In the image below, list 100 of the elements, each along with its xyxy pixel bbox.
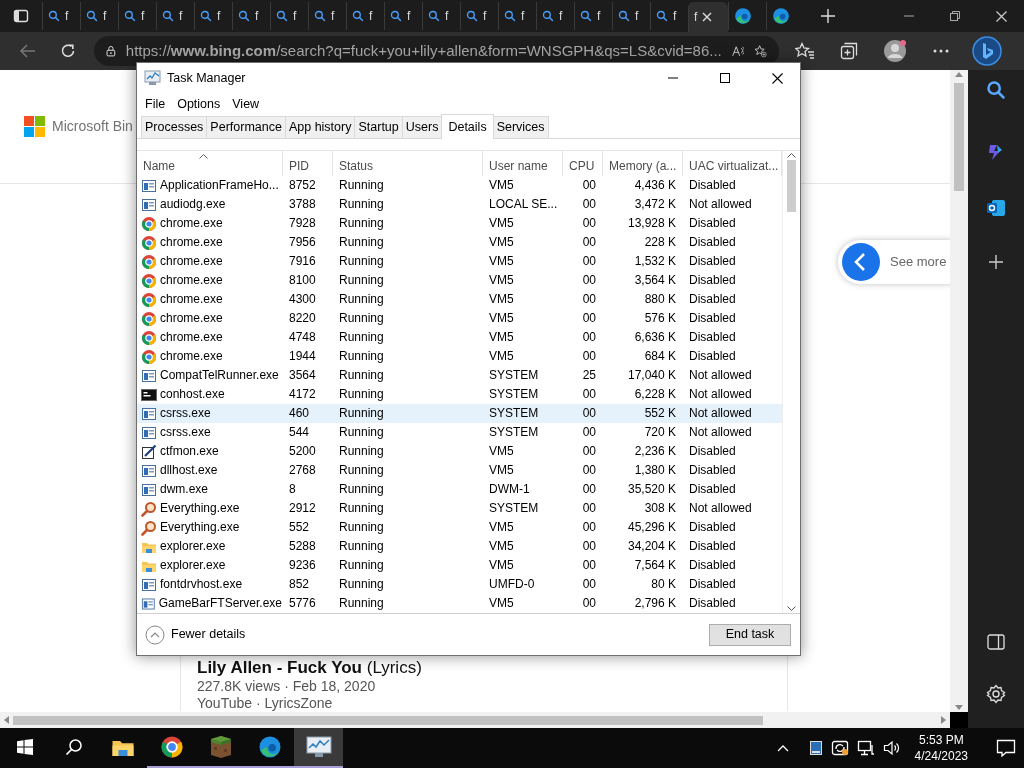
browser-tab[interactable]: f — [232, 2, 270, 30]
scroll-left-icon[interactable] — [4, 716, 9, 724]
tab[interactable]: Services — [492, 116, 549, 138]
browser-tab[interactable]: f — [460, 2, 498, 30]
table-row[interactable]: CompatTelRunner.exe 3564 Running SYSTEM 25 17,040 K Not allowed — [137, 366, 782, 385]
browser-tab[interactable]: f — [42, 2, 80, 30]
add-favorite-icon[interactable] — [754, 42, 767, 60]
tab-actions-icon[interactable] — [13, 8, 29, 24]
tab[interactable]: Startup — [354, 116, 403, 138]
table-row[interactable]: csrss.exe 544 Running SYSTEM 00 720 K Not allowed — [137, 423, 782, 442]
table-row[interactable]: csrss.exe 460 Running SYSTEM 00 552 K Not allowed — [137, 404, 782, 423]
menu-item[interactable]: File — [139, 94, 172, 114]
close-icon[interactable] — [771, 72, 783, 84]
favorites-icon[interactable] — [795, 42, 815, 60]
column-header[interactable]: Memory (a... — [603, 151, 683, 176]
table-row[interactable]: dllhost.exe 2768 Running VM5 00 1,380 K Disabled — [137, 461, 782, 480]
scroll-down-icon[interactable] — [787, 606, 796, 611]
new-tab-icon[interactable] — [821, 9, 835, 23]
taskbar-button[interactable] — [294, 728, 343, 768]
browser-tab[interactable]: f — [346, 2, 384, 30]
horizontal-scrollbar[interactable] — [0, 712, 950, 728]
browser-tab[interactable]: f — [118, 2, 156, 30]
chevron-left-icon[interactable] — [842, 243, 880, 281]
browser-tab[interactable]: f — [688, 2, 728, 32]
end-task-button[interactable]: End task — [709, 623, 791, 646]
browser-tab[interactable]: f — [536, 2, 574, 30]
browser-tab[interactable]: f — [194, 2, 232, 30]
table-row[interactable]: Everything.exe 552 Running VM5 00 45,296 K Disabled — [137, 518, 782, 537]
browser-tab[interactable]: f — [80, 2, 118, 30]
profile-avatar-icon[interactable] — [883, 39, 907, 63]
table-row[interactable]: dwm.exe 8 Running DWM-1 00 35,520 K Disabled — [137, 480, 782, 499]
scroll-thumb[interactable] — [787, 160, 796, 212]
tab[interactable]: Processes — [141, 116, 208, 138]
table-row[interactable]: chrome.exe 1944 Running VM5 00 684 K Disabled — [137, 347, 782, 366]
browser-tab[interactable]: f — [612, 2, 650, 30]
table-row[interactable]: conhost.exe 4172 Running SYSTEM 00 6,228 K Not allowed — [137, 385, 782, 404]
mail-icon[interactable] — [986, 198, 1006, 218]
table-row[interactable]: chrome.exe 8220 Running VM5 00 576 K Disabled — [137, 309, 782, 328]
scroll-thumb[interactable] — [954, 83, 964, 191]
result-title[interactable]: Lily Allen - Fuck You (Lyrics) — [197, 657, 771, 678]
table-row[interactable]: fontdrvhost.exe 852 Running UMFD-0 00 80 K Disabled — [137, 575, 782, 594]
sort-caret-icon[interactable] — [199, 154, 208, 160]
table-row[interactable]: audiodg.exe 3788 Running LOCAL SE... 00 3,472 K Not allowed — [137, 195, 782, 214]
scroll-thumb[interactable] — [13, 715, 763, 725]
browser-tab[interactable]: f — [422, 2, 460, 30]
scroll-up-icon[interactable] — [955, 72, 963, 77]
table-row[interactable]: explorer.exe 9236 Running VM5 00 7,564 K Disabled — [137, 556, 782, 575]
tab[interactable]: App history — [284, 116, 356, 138]
column-header[interactable]: Status — [333, 151, 483, 176]
table-row[interactable]: ApplicationFrameHo... 8752 Running VM5 00 4,436 K Disabled — [137, 176, 782, 195]
menu-item[interactable]: Options — [171, 94, 227, 114]
column-header[interactable]: User name — [483, 151, 563, 176]
more-icon[interactable] — [933, 49, 949, 53]
table-row[interactable]: chrome.exe 8100 Running VM5 00 3,564 K Disabled — [137, 271, 782, 290]
refresh-icon[interactable] — [60, 43, 76, 59]
clock[interactable]: 5:53 PM 4/24/2023 — [908, 732, 974, 764]
table-row[interactable]: GameBarFTServer.exe 5776 Running VM5 00 2,796 K Disabled — [137, 594, 782, 613]
read-aloud-icon[interactable] — [731, 43, 745, 59]
add-icon[interactable] — [988, 254, 1004, 270]
browser-tab[interactable]: f — [308, 2, 346, 30]
browser-tab[interactable]: f — [384, 2, 422, 30]
scroll-down-icon[interactable] — [955, 705, 963, 710]
table-row[interactable]: chrome.exe 7928 Running VM5 00 13,928 K Disabled — [137, 214, 782, 233]
table-row[interactable]: chrome.exe 7956 Running VM5 00 228 K Disabled — [137, 233, 782, 252]
scrollbar[interactable] — [950, 70, 968, 712]
table-row[interactable]: ctfmon.exe 5200 Running VM5 00 2,236 K Disabled — [137, 442, 782, 461]
settings-icon[interactable] — [986, 684, 1006, 704]
device-icon[interactable] — [808, 740, 823, 756]
sync-icon[interactable] — [830, 740, 849, 756]
scroll-up-icon[interactable] — [787, 153, 796, 158]
search-icon[interactable] — [986, 80, 1006, 100]
table-row[interactable]: Everything.exe 2912 Running SYSTEM 00 308 K Not allowed — [137, 499, 782, 518]
tab[interactable]: Details — [441, 114, 494, 139]
windows-logo-icon[interactable] — [16, 739, 33, 755]
table-row[interactable]: chrome.exe 4748 Running VM5 00 6,636 K Disabled — [137, 328, 782, 347]
maximize-icon[interactable] — [720, 73, 730, 83]
sidebar-toggle-icon[interactable] — [987, 634, 1005, 650]
menu-item[interactable]: View — [226, 94, 266, 114]
table-row[interactable]: chrome.exe 7916 Running VM5 00 1,532 K Disabled — [137, 252, 782, 271]
browser-tab[interactable]: f — [270, 2, 308, 30]
browser-tab[interactable]: f — [156, 2, 194, 30]
column-header[interactable]: Name — [137, 151, 283, 176]
lock-icon[interactable] — [106, 43, 116, 59]
volume-icon[interactable] — [882, 740, 901, 756]
tab[interactable]: Users — [401, 116, 443, 138]
restore-icon[interactable] — [950, 11, 960, 21]
column-header[interactable]: PID — [283, 151, 333, 176]
see-more-button[interactable]: See more — [838, 240, 950, 284]
browser-tab[interactable]: f — [574, 2, 612, 30]
collections-icon[interactable] — [840, 42, 858, 60]
notification-icon[interactable] — [996, 739, 1016, 757]
table-row[interactable]: chrome.exe 4300 Running VM5 00 880 K Disabled — [137, 290, 782, 309]
browser-tab[interactable]: f — [498, 2, 536, 30]
table-row[interactable]: explorer.exe 5288 Running VM5 00 34,204 K Disabled — [137, 537, 782, 556]
fewer-details-link[interactable]: Fewer details — [145, 624, 246, 645]
column-header[interactable]: UAC virtualizat... — [683, 151, 782, 176]
discover-icon[interactable] — [972, 36, 1002, 66]
network-icon[interactable] — [856, 740, 875, 756]
search-icon[interactable] — [64, 738, 83, 756]
tab[interactable]: Performance — [206, 116, 286, 138]
